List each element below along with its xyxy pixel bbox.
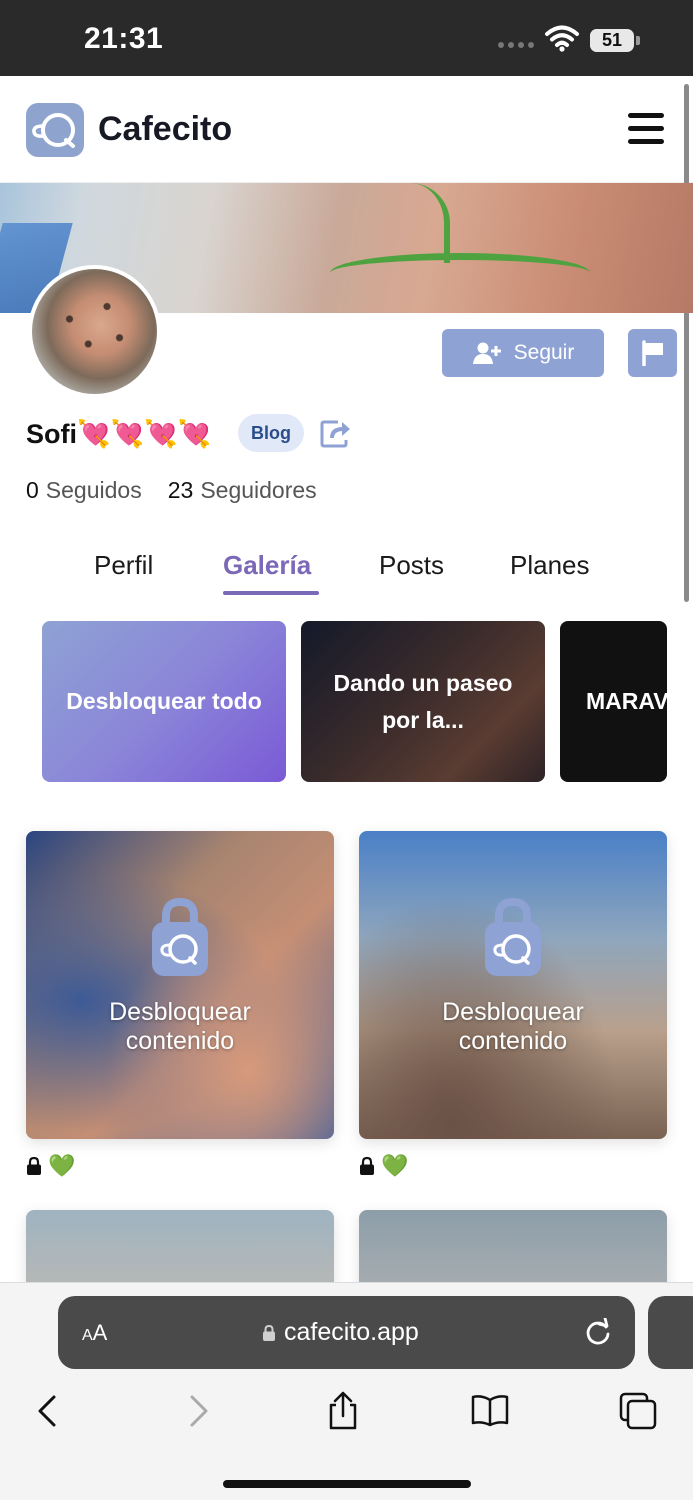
avatar-pattern xyxy=(32,269,157,394)
url-text: cafecito.app xyxy=(284,1318,419,1346)
wifi-icon xyxy=(545,25,579,52)
address-bar[interactable]: AA cafecito.app xyxy=(58,1296,635,1369)
unlock-content-label: Desbloquear contenido xyxy=(442,997,584,1056)
following-count[interactable]: 0 Seguidos xyxy=(26,477,142,504)
flag-icon xyxy=(641,340,663,366)
tabs-icon[interactable] xyxy=(618,1391,658,1431)
avatar[interactable] xyxy=(28,265,161,398)
forward-icon[interactable] xyxy=(178,1391,218,1431)
browser-toolbar: AA cafecito.app xyxy=(0,1282,693,1500)
lock-icon xyxy=(485,897,541,976)
padlock-icon xyxy=(360,1156,374,1175)
reaction-emoji: 💚 xyxy=(48,1153,76,1178)
lock-icon xyxy=(263,1324,275,1341)
home-indicator xyxy=(223,1480,471,1488)
battery-nub xyxy=(636,36,640,45)
unlock-overlay: Desbloquear contenido xyxy=(359,831,667,1139)
back-icon[interactable] xyxy=(28,1391,68,1431)
album-card[interactable]: MARAV xyxy=(560,621,667,782)
follow-button-label: Seguir xyxy=(513,341,575,364)
locked-media-card[interactable]: Desbloquear contenido xyxy=(26,831,334,1139)
text-size-button[interactable]: AA xyxy=(82,1320,107,1346)
cellular-signal-icon xyxy=(498,42,534,48)
blog-badge[interactable]: Blog xyxy=(238,414,304,452)
cover-decoration xyxy=(390,183,450,263)
unlock-content-label: Desbloquear contenido xyxy=(109,997,251,1056)
status-time: 21:31 xyxy=(84,22,164,55)
next-tab-pill[interactable] xyxy=(648,1296,693,1369)
add-user-icon xyxy=(472,342,501,364)
padlock-icon xyxy=(27,1156,41,1175)
unlock-overlay: Desbloquear contenido xyxy=(26,831,334,1139)
status-bar: 21:31 51 xyxy=(0,0,693,76)
bookmarks-icon[interactable] xyxy=(470,1391,510,1431)
report-button[interactable] xyxy=(628,329,677,377)
share-icon[interactable] xyxy=(320,418,352,448)
follow-button[interactable]: Seguir xyxy=(442,329,604,377)
tab-planes[interactable]: Planes xyxy=(510,550,590,581)
brand-name[interactable]: Cafecito xyxy=(98,110,232,149)
album-card[interactable]: Dando un paseo por la... xyxy=(301,621,545,782)
albums-carousel[interactable]: Desbloquear todo Dando un paseo por la..… xyxy=(42,621,667,782)
reload-icon[interactable] xyxy=(584,1318,612,1348)
locked-media-card[interactable]: Desbloquear contenido xyxy=(359,831,667,1139)
profile-name: Sofi💘💘💘💘 xyxy=(26,419,212,449)
reaction-emoji: 💚 xyxy=(381,1153,409,1178)
page-scrollbar[interactable] xyxy=(684,84,689,602)
tab-galeria[interactable]: Galería xyxy=(223,550,311,581)
site-header: Cafecito xyxy=(0,76,693,183)
active-tab-indicator xyxy=(223,591,319,595)
tab-posts[interactable]: Posts xyxy=(379,550,444,581)
hamburger-menu-icon[interactable] xyxy=(628,113,664,145)
unlock-all-card[interactable]: Desbloquear todo xyxy=(42,621,286,782)
tab-perfil[interactable]: Perfil xyxy=(94,550,153,581)
battery-percentage: 51 xyxy=(601,30,623,50)
cover-decoration xyxy=(330,253,590,293)
followers-count[interactable]: 23 Seguidores xyxy=(168,477,317,504)
battery-icon: 51 xyxy=(590,29,634,52)
cafecito-cup-icon[interactable] xyxy=(26,103,84,157)
locked-media-card[interactable] xyxy=(26,1210,334,1290)
share-sheet-icon[interactable] xyxy=(323,1391,363,1431)
profile-stats: 0 Seguidos 23 Seguidores xyxy=(26,477,317,504)
locked-media-card[interactable] xyxy=(359,1210,667,1290)
profile-tabs: Perfil Galería Posts Planes xyxy=(0,550,693,600)
media-meta: 💚 xyxy=(26,1153,75,1179)
url-display[interactable]: cafecito.app xyxy=(262,1318,419,1347)
media-meta: 💚 xyxy=(359,1153,408,1179)
lock-icon xyxy=(152,897,208,976)
